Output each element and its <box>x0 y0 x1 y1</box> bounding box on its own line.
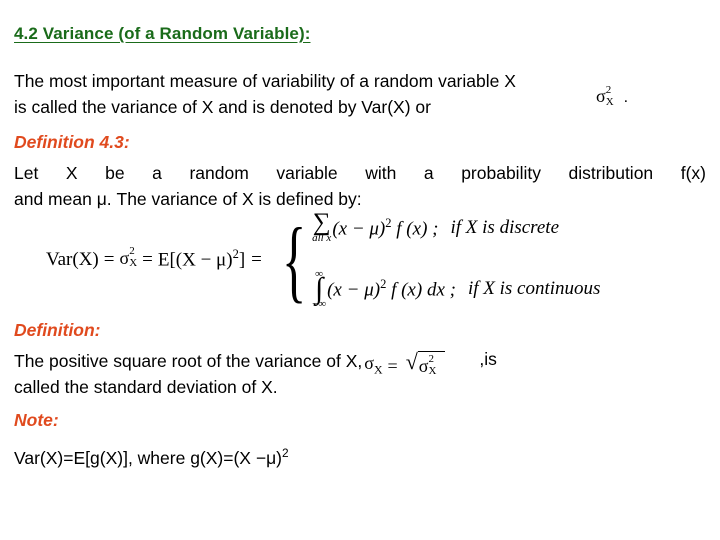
definition-heading: Definition: <box>14 320 101 340</box>
note-exponent: 2 <box>281 446 289 460</box>
integral-limit-below: −∞ <box>312 298 327 311</box>
definition-43-heading: Definition 4.3: <box>14 132 130 152</box>
definition-line-2: called the standard deviation of X. <box>14 377 278 397</box>
radicand-subscript: X <box>428 365 437 378</box>
variance-formula-lhs: Var(X) = σ2X = E[(X − μ)2] = <box>46 245 266 273</box>
case-discrete: ∑ all x (x − μ)2 f (x) ; if X is discret… <box>312 209 600 245</box>
equals-sign-3: = <box>251 248 262 270</box>
intro-line-1: The most important measure of variabilit… <box>14 71 516 91</box>
sigma-superscript: 2 <box>605 83 612 96</box>
note-body-text: Var(X)=E[g(X)], where g(X)=(X <box>14 447 256 468</box>
sigma-glyph: σ <box>364 353 374 373</box>
definition-line-1-tail: ,is <box>479 349 497 369</box>
equals-sign: = <box>387 356 398 377</box>
discrete-expression: (x − μ)2 f (x) ; <box>332 216 438 240</box>
note-mu-term: −μ <box>255 447 277 468</box>
definition-43-line-1: Let X be a random variable with a probab… <box>14 163 706 183</box>
standard-deviation-formula: σX = √ σ2X <box>364 349 446 383</box>
discrete-expr-pre: (x − μ) <box>332 218 386 240</box>
note-body: Var(X)=E[g(X)], where g(X)=(X −μ)2 <box>14 440 289 471</box>
sigma-glyph: σ <box>119 248 130 269</box>
radicand-sigma: σ <box>418 356 429 377</box>
definition-43-line-2: and mean μ. The variance of X is defined… <box>14 189 362 209</box>
discrete-condition: if X is discrete <box>450 217 560 239</box>
page-title: 4.2 Variance (of a Random Variable): <box>14 24 311 43</box>
integral-glyph: ∫ <box>314 272 324 306</box>
sigma-subscript: X <box>373 362 383 377</box>
expectation-open: E[(X − μ) <box>157 249 233 271</box>
integral-icon: ∞ ∫ −∞ <box>312 269 326 310</box>
square-root-icon: √ σ2X <box>405 349 446 380</box>
intro-period: . <box>623 89 629 106</box>
equals-sign-1: = <box>103 248 115 270</box>
case-continuous: ∞ ∫ −∞ (x − μ)2 f (x) dx ; if X is conti… <box>312 268 601 310</box>
definition-line-1-text: The positive square root of the variance… <box>14 351 363 371</box>
note-heading: Note: <box>14 410 59 430</box>
sigma-glyph: σ <box>596 86 606 106</box>
radical-glyph: √ <box>405 349 418 375</box>
var-x-label: Var(X) <box>46 248 99 270</box>
sigma-x-term: σX <box>364 350 382 383</box>
curly-brace-icon: { <box>281 208 307 311</box>
continuous-expr-post: f (x) dx ; <box>391 278 456 300</box>
piecewise-cases: ∑ all x (x − μ)2 f (x) ; if X is discret… <box>312 209 601 310</box>
radicand-superscript: 2 <box>428 353 434 366</box>
sigma-squared-x-symbol: σ2X . <box>596 83 629 110</box>
continuous-expr-pre: (x − μ) <box>327 278 381 300</box>
expectation-close: ] <box>238 249 246 271</box>
variance-formula: Var(X) = σ2X = E[(X − μ)2] = { ∑ all x (… <box>46 208 601 311</box>
definition-43-body: Let X be a random variable with a probab… <box>14 160 706 212</box>
sigma-subscript: X <box>605 95 614 108</box>
radicand: σ2X <box>417 351 446 379</box>
sigma-squared-x-term: σ2X <box>119 245 138 271</box>
equals-sign-2: = <box>142 248 153 270</box>
discrete-expr-post: f (x) ; <box>396 218 439 240</box>
summation-glyph: ∑ <box>312 209 331 236</box>
slide-canvas: 4.2 Variance (of a Random Variable): The… <box>0 0 720 540</box>
expectation-term: E[(X − μ)2] <box>158 247 245 271</box>
sigma-subscript: X <box>129 257 138 270</box>
sigma-superscript: 2 <box>129 245 135 258</box>
summation-icon: ∑ all x <box>312 209 332 245</box>
summation-limit-below: all x <box>312 232 332 245</box>
continuous-condition: if X is continuous <box>467 277 601 299</box>
discrete-expr-exponent: 2 <box>385 215 392 230</box>
intro-line-2: is called the variance of X and is denot… <box>14 97 431 117</box>
continuous-expression: (x − μ)2 f (x) dx ; <box>327 277 456 301</box>
continuous-expr-exponent: 2 <box>380 276 387 291</box>
